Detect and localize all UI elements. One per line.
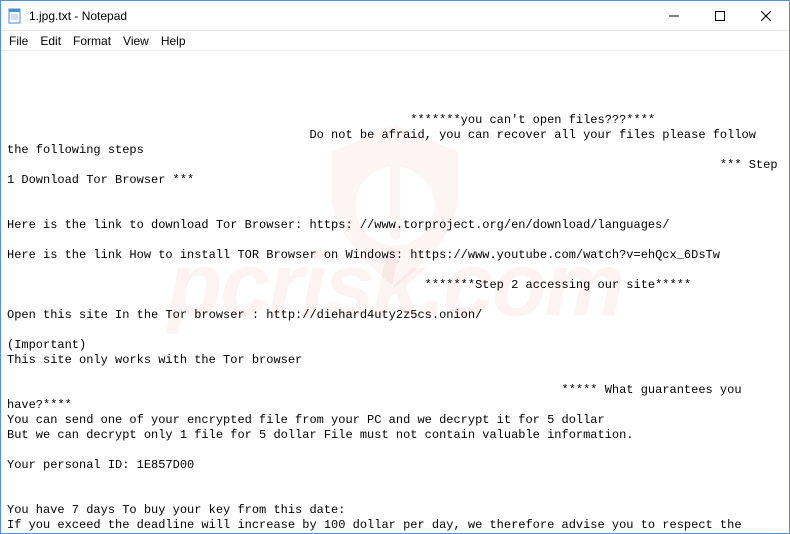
minimize-button[interactable]: [651, 1, 697, 31]
window-controls: [651, 1, 789, 30]
titlebar[interactable]: 1.jpg.txt - Notepad: [1, 1, 789, 31]
text-area[interactable]: pcrisk.com *******you can't open files??…: [1, 51, 789, 533]
menu-format[interactable]: Format: [67, 32, 117, 50]
menu-file[interactable]: File: [3, 32, 34, 50]
document-text: *******you can't open files???**** Do no…: [7, 113, 783, 533]
window-title: 1.jpg.txt - Notepad: [29, 9, 651, 23]
close-button[interactable]: [743, 1, 789, 31]
menu-help[interactable]: Help: [155, 32, 192, 50]
notepad-window: 1.jpg.txt - Notepad File Edit Format Vie…: [0, 0, 790, 534]
notepad-icon: [7, 8, 23, 24]
menu-edit[interactable]: Edit: [34, 32, 67, 50]
menubar: File Edit Format View Help: [1, 31, 789, 51]
menu-view[interactable]: View: [117, 32, 155, 50]
maximize-button[interactable]: [697, 1, 743, 31]
